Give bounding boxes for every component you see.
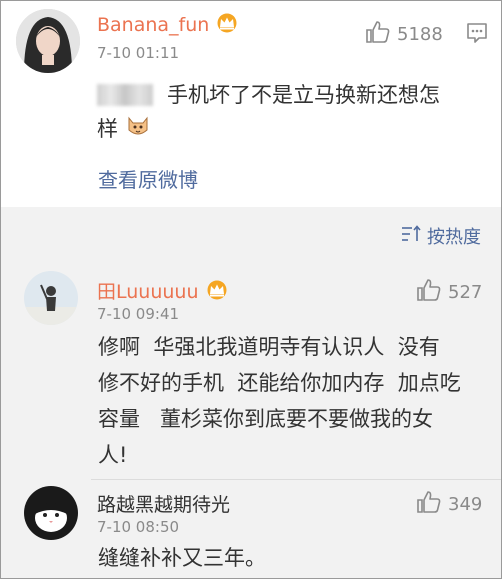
weibo-screenshot: Banana_fun 7-10 01:11 5188 手机坏了不是立马换新还想怎… [0, 0, 502, 579]
comment-like-button[interactable]: 527 [416, 277, 482, 307]
post-username-text: Banana_fun [97, 14, 210, 36]
comment-time: 7-10 08:50 [97, 518, 180, 536]
comments-section: 按热度 田Luuuuuu 7-10 09:41 527 修啊 华强北我道明寺有认… [1, 207, 501, 578]
post-like-count: 5188 [397, 23, 443, 45]
comment-username[interactable]: 田Luuuuuu [97, 277, 229, 305]
post-time: 7-10 01:11 [97, 44, 180, 62]
post-text-line1: 手机坏了不是立马换新还想怎 [167, 83, 440, 107]
post-username[interactable]: Banana_fun [97, 13, 239, 38]
comment-like-count: 527 [448, 281, 483, 303]
comment-like-count: 349 [448, 493, 483, 515]
comment-avatar[interactable] [24, 486, 78, 540]
post-text-line2: 样 [97, 111, 151, 149]
comment-avatar[interactable] [24, 271, 78, 325]
comment-text-line: 缝缝补补又三年。 [98, 546, 266, 570]
crown-icon [205, 280, 229, 305]
post-avatar[interactable] [16, 9, 80, 73]
comment-text-line: 修啊 华强北我道明寺有认识人 没有 [98, 335, 440, 359]
thumbs-up-icon [365, 19, 391, 49]
comment-username-text: 田Luuuuuu [97, 281, 199, 303]
view-original-link[interactable]: 查看原微博 [98, 164, 198, 193]
blurred-mention [97, 84, 153, 106]
comment-time: 7-10 09:41 [97, 305, 180, 323]
comment-username[interactable]: 路越黑越期待光 [97, 490, 230, 517]
sort-label: 按热度 [427, 227, 481, 248]
thumbs-up-icon [416, 489, 442, 519]
comment-divider [91, 479, 501, 480]
original-post: Banana_fun 7-10 01:11 5188 手机坏了不是立马换新还想怎… [1, 1, 501, 207]
post-text-line2-text: 样 [97, 117, 118, 141]
thumbs-up-icon [416, 277, 442, 307]
post-like-button[interactable]: 5188 [365, 19, 443, 49]
comment-text-line: 容量 董杉菜你到底要不要做我的女 [98, 407, 434, 431]
crown-icon [215, 13, 239, 38]
sort-by-hot-button[interactable]: 按热度 [401, 223, 481, 249]
comment-text-line: 修不好的手机 还能给你加内存 加点吃 [98, 371, 461, 395]
sort-icon [401, 224, 423, 248]
cat-emoji-icon [125, 112, 151, 149]
comment-text-line: 人! [98, 443, 128, 467]
comment-like-button[interactable]: 349 [416, 489, 482, 519]
more-options-icon[interactable] [465, 21, 489, 49]
